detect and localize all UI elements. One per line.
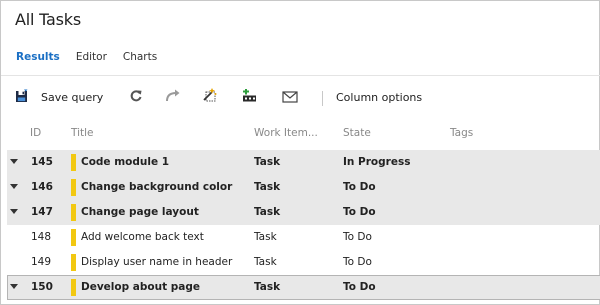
cell-work-item-type: Task (254, 156, 281, 168)
tabs-divider (1, 75, 600, 76)
grid-header: ID Title Work Item... State Tags (1, 127, 600, 145)
cell-state: In Progress (343, 156, 411, 168)
toolbar-divider (322, 91, 323, 106)
task-color-bar (71, 179, 76, 196)
cell-work-item-type: Task (254, 206, 281, 218)
column-header-title[interactable]: Title (71, 127, 94, 139)
cell-state: To Do (343, 281, 376, 293)
expand-caret-icon[interactable] (10, 284, 18, 289)
cell-id: 149 (31, 256, 52, 268)
email-button[interactable] (282, 87, 298, 107)
cell-id: 147 (31, 206, 53, 218)
page-title: All Tasks (15, 10, 81, 29)
edit-wand-icon (202, 87, 218, 107)
cell-state: To Do (343, 256, 372, 268)
tab-editor[interactable]: Editor (76, 51, 107, 67)
table-row[interactable]: 145 Code module 1 Task In Progress (7, 150, 600, 175)
table-row[interactable]: 150 Develop about page Task To Do (7, 275, 600, 300)
table-row[interactable]: 148 Add welcome back text Task To Do (7, 225, 600, 250)
expand-caret-icon[interactable] (10, 159, 18, 164)
save-icon (15, 88, 29, 107)
save-query-label: Save query (41, 90, 104, 104)
column-header-state[interactable]: State (343, 127, 371, 139)
save-query-button[interactable]: Save query (15, 87, 103, 107)
column-header-work-item-type[interactable]: Work Item... (254, 127, 318, 139)
task-color-bar (71, 154, 76, 171)
toolbar: Save query Column options (1, 83, 600, 111)
redo-button[interactable] (165, 87, 181, 107)
cell-title[interactable]: Change page layout (81, 206, 199, 218)
cell-work-item-type: Task (254, 281, 281, 293)
task-color-bar (71, 279, 76, 296)
add-to-backlog-icon (241, 88, 259, 107)
cell-work-item-type: Task (254, 181, 281, 193)
tab-charts[interactable]: Charts (123, 51, 157, 67)
mail-icon (282, 88, 298, 107)
edit-wand-button[interactable] (202, 87, 218, 107)
refresh-button[interactable] (129, 87, 143, 107)
cell-id: 150 (31, 281, 53, 293)
cell-state: To Do (343, 181, 376, 193)
column-header-id[interactable]: ID (30, 127, 41, 139)
cell-id: 148 (31, 231, 52, 243)
cell-state: To Do (343, 231, 372, 243)
cell-state: To Do (343, 206, 376, 218)
cell-title[interactable]: Change background color (81, 181, 232, 193)
refresh-icon (129, 88, 143, 107)
task-color-bar (71, 229, 76, 246)
cell-title[interactable]: Code module 1 (81, 156, 169, 168)
cell-work-item-type: Task (254, 256, 277, 268)
column-header-tags[interactable]: Tags (450, 127, 473, 139)
cell-title[interactable]: Develop about page (81, 281, 200, 293)
redo-icon (165, 88, 181, 107)
cell-title[interactable]: Display user name in header (81, 256, 232, 268)
query-results-panel: All Tasks Results Editor Charts Save que… (0, 0, 600, 305)
add-to-backlog-button[interactable] (241, 87, 259, 107)
expand-caret-icon[interactable] (10, 209, 18, 214)
cell-id: 146 (31, 181, 53, 193)
table-row[interactable]: 146 Change background color Task To Do (7, 175, 600, 200)
table-row[interactable]: 149 Display user name in header Task To … (7, 250, 600, 275)
task-color-bar (71, 204, 76, 221)
cell-work-item-type: Task (254, 231, 277, 243)
cell-title[interactable]: Add welcome back text (81, 231, 204, 243)
expand-caret-icon[interactable] (10, 184, 18, 189)
tab-results[interactable]: Results (16, 51, 60, 67)
task-color-bar (71, 254, 76, 271)
query-tabs: Results Editor Charts (16, 51, 173, 67)
column-options-button[interactable]: Column options (324, 87, 422, 107)
column-options-label: Column options (336, 90, 423, 104)
cell-id: 145 (31, 156, 53, 168)
table-row[interactable]: 147 Change page layout Task To Do (7, 200, 600, 225)
